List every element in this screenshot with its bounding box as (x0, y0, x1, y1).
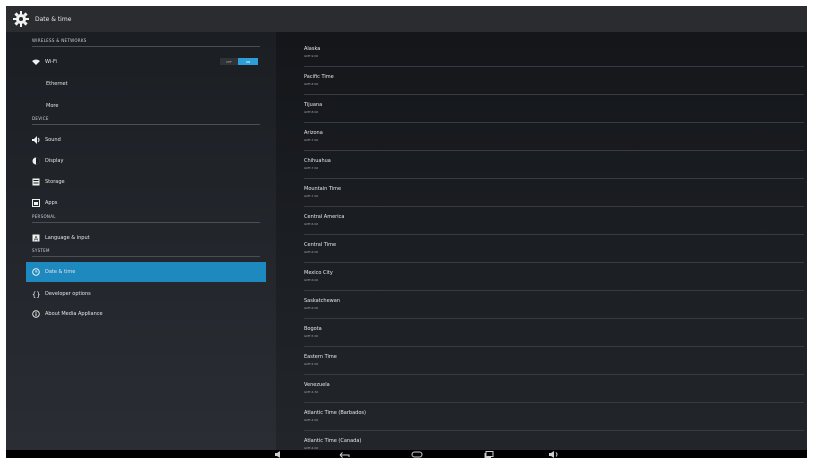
timezone-name: Bogota (304, 326, 322, 332)
sidebar-item-label: More (46, 103, 59, 109)
section-header-device: DEVICE (32, 116, 260, 125)
app-title: Date & time (35, 15, 72, 23)
sidebar-item-ethernet[interactable]: Ethernet (26, 74, 266, 94)
section-header-wireless: WIRELESS & NETWORKS (32, 38, 260, 47)
timezone-item[interactable]: Pacific Time GMT-8:00 (304, 66, 804, 95)
timezone-name: Alaska (304, 46, 321, 52)
back-icon[interactable] (338, 450, 352, 458)
wifi-icon (32, 58, 40, 66)
sidebar-item-date-time[interactable]: Date & time (26, 262, 266, 282)
timezone-name: Pacific Time (304, 74, 334, 80)
timezone-item[interactable]: Chihuahua GMT-7:00 (304, 150, 804, 179)
timezone-item[interactable]: Arizona GMT-7:00 (304, 122, 804, 151)
timezone-item[interactable]: Venezuela GMT-4:30 (304, 374, 804, 403)
timezone-offset: GMT-6:00 (304, 306, 319, 310)
timezone-name: Arizona (304, 130, 323, 136)
timezone-offset: GMT-6:00 (304, 250, 319, 254)
recents-icon[interactable] (482, 450, 496, 458)
timezone-item[interactable]: Alaska GMT-9:00 (304, 38, 804, 67)
volume-down-icon[interactable] (272, 450, 286, 458)
timezone-item[interactable]: Atlantic Time (Barbados) GMT-4:00 (304, 402, 804, 431)
timezone-offset: GMT-9:00 (304, 54, 319, 58)
sidebar-item-label: Apps (45, 200, 58, 206)
sidebar-item-developer-options[interactable]: {} Developer options (26, 284, 266, 304)
sidebar-item-label: Sound (45, 137, 61, 143)
braces-icon: {} (32, 290, 40, 298)
gear-icon (12, 10, 30, 28)
timezone-offset: GMT-4:30 (304, 390, 319, 394)
sidebar-item-wifi[interactable]: Wi-Fi OFF ON (26, 52, 266, 72)
timezone-item[interactable]: Tijuana GMT-8:00 (304, 94, 804, 123)
speaker-icon (32, 136, 40, 144)
timezone-offset: GMT-7:00 (304, 194, 319, 198)
action-bar: Date & time (6, 6, 807, 32)
android-screen: Date & time WIRELESS & NETWORKS DEVICE P… (6, 6, 807, 458)
sidebar-item-language[interactable]: A Language & input (26, 228, 266, 248)
info-icon (32, 310, 40, 318)
timezone-offset: GMT-8:00 (304, 82, 319, 86)
sidebar-item-about[interactable]: About Media Appliance (26, 304, 266, 324)
sidebar-item-label: Wi-Fi (45, 59, 57, 65)
wifi-toggle[interactable]: OFF ON (220, 58, 258, 65)
timezone-offset: GMT-4:00 (304, 418, 319, 422)
timezone-item[interactable]: Saskatchewan GMT-6:00 (304, 290, 804, 319)
timezone-item[interactable]: Mexico City GMT-6:00 (304, 262, 804, 291)
timezone-name: Mexico City (304, 270, 333, 276)
timezone-name: Saskatchewan (304, 298, 340, 304)
sidebar-item-apps[interactable]: Apps (26, 193, 266, 213)
storage-icon (32, 178, 40, 186)
sidebar-item-more[interactable]: More (26, 96, 266, 116)
timezone-name: Mountain Time (304, 186, 342, 192)
sidebar-item-sound[interactable]: Sound (26, 130, 266, 150)
timezone-item[interactable]: Central Time GMT-6:00 (304, 234, 804, 263)
sidebar-item-label: About Media Appliance (45, 311, 103, 317)
display-icon (32, 157, 40, 165)
timezone-offset: GMT-7:00 (304, 166, 319, 170)
timezone-name: Atlantic Time (Barbados) (304, 410, 366, 416)
sidebar-item-label: Display (45, 158, 64, 164)
language-icon: A (32, 234, 40, 242)
sidebar-item-label: Ethernet (46, 81, 68, 87)
volume-up-icon[interactable] (547, 450, 561, 458)
svg-text:{}: {} (32, 291, 40, 298)
sidebar-item-label: Developer options (45, 291, 91, 297)
apps-icon (32, 199, 40, 207)
timezone-offset: GMT-7:00 (304, 138, 319, 142)
toggle-off-label: OFF (220, 58, 238, 65)
timezone-offset: GMT-6:00 (304, 222, 319, 226)
timezone-list: Alaska GMT-9:00 Pacific Time GMT-8:00 Ti… (276, 32, 807, 450)
timezone-offset: GMT-6:00 (304, 278, 319, 282)
timezone-name: Chihuahua (304, 158, 331, 164)
settings-sidebar: WIRELESS & NETWORKS DEVICE PERSONAL SYST… (6, 32, 276, 450)
sidebar-item-label: Language & input (45, 235, 90, 241)
timezone-item[interactable]: Mountain Time GMT-7:00 (304, 178, 804, 207)
timezone-offset: GMT-8:00 (304, 110, 319, 114)
sidebar-item-label: Date & time (45, 269, 76, 275)
timezone-item[interactable]: Eastern Time GMT-5:00 (304, 346, 804, 375)
timezone-name: Tijuana (304, 102, 323, 108)
timezone-name: Central America (304, 214, 345, 220)
toggle-on-label: ON (238, 58, 258, 65)
system-navigation-bar (6, 450, 807, 458)
timezone-item[interactable]: Central America GMT-6:00 (304, 206, 804, 235)
timezone-name: Eastern Time (304, 354, 337, 360)
home-icon[interactable] (410, 450, 424, 458)
clock-icon (32, 268, 40, 276)
timezone-item[interactable]: Bogota GMT-5:00 (304, 318, 804, 347)
timezone-name: Atlantic Time (Canada) (304, 438, 362, 444)
timezone-offset: GMT-5:00 (304, 334, 319, 338)
section-header-personal: PERSONAL (32, 214, 260, 223)
timezone-offset: GMT-5:00 (304, 362, 319, 366)
section-header-system: SYSTEM (32, 248, 260, 257)
sidebar-item-storage[interactable]: Storage (26, 172, 266, 192)
sidebar-item-label: Storage (45, 179, 65, 185)
timezone-name: Central Time (304, 242, 337, 248)
sidebar-item-display[interactable]: Display (26, 151, 266, 171)
timezone-name: Venezuela (304, 382, 330, 388)
